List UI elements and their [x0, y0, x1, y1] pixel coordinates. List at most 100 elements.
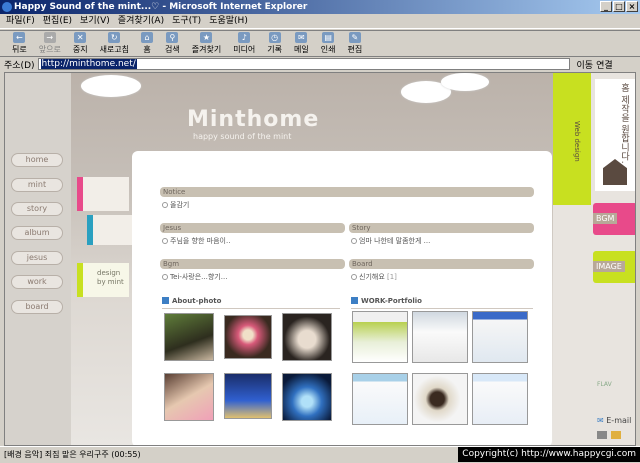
close-button[interactable]: ×	[626, 1, 638, 12]
jesus-header: Jesus	[160, 223, 345, 233]
mail-icon: ✉	[597, 416, 604, 425]
favorites-icon: ★	[200, 32, 213, 43]
menu-help[interactable]: 도움말(H)	[209, 14, 248, 28]
media-icon: ♪	[238, 32, 251, 43]
refresh-button[interactable]: ↻ 새로고침	[94, 31, 135, 56]
window-title: Happy Sound of the mint...♡ - Microsoft …	[14, 2, 308, 12]
nav-home[interactable]: home	[11, 153, 63, 167]
notice-header: Notice	[160, 187, 534, 197]
history-button[interactable]: ◷ 기록	[261, 31, 288, 56]
print-button[interactable]: ▤ 인쇄	[315, 31, 342, 56]
about-photo-title: About-photo	[162, 297, 221, 305]
photo-thumb[interactable]	[282, 313, 332, 361]
bgm-item[interactable]: Tei-사랑은...향기...	[162, 272, 227, 282]
site-title: Minthome	[187, 107, 320, 132]
back-button[interactable]: ← 뒤로	[6, 31, 33, 56]
search-button[interactable]: ⚲ 검색	[159, 31, 186, 56]
menu-edit[interactable]: 편집(E)	[43, 14, 72, 28]
photo-thumb[interactable]	[164, 373, 214, 421]
address-bar: 주소(D) http://minthome.net/ 이동 연결	[0, 57, 640, 71]
portfolio-thumb[interactable]	[412, 373, 468, 425]
bullet-icon	[162, 202, 168, 208]
nav-story[interactable]: story	[11, 202, 63, 216]
menu-favorites[interactable]: 즐겨찾기(A)	[118, 14, 164, 28]
web-design-label: Web design	[573, 121, 581, 162]
nav-board[interactable]: board	[11, 300, 63, 314]
story-item[interactable]: 엄마 나한테 말좀한게 ...	[351, 236, 430, 246]
portfolio-thumb[interactable]	[352, 373, 408, 425]
photo-thumb[interactable]	[224, 373, 272, 419]
address-url[interactable]: http://minthome.net/	[40, 59, 137, 69]
board-item[interactable]: 신기해요 [1]	[351, 272, 397, 282]
go-button[interactable]: 이동	[577, 58, 594, 71]
left-nav: home mint story album jesus work board	[5, 73, 71, 445]
maximize-button[interactable]: □	[613, 1, 625, 12]
email-link[interactable]: ✉ E-mail	[597, 416, 631, 425]
mail-button[interactable]: ✉ 메일	[288, 31, 315, 56]
promo-box[interactable]: 홈 제작을 원합니다.	[595, 79, 635, 191]
stop-button[interactable]: ✕ 중지	[67, 31, 94, 56]
nav-album[interactable]: album	[11, 226, 63, 240]
status-text: [배경 음악] 죄짐 맡은 우리구주 (00:55)	[4, 450, 141, 459]
mail-icon: ✉	[295, 32, 308, 43]
nav-jesus[interactable]: jesus	[11, 251, 63, 265]
cloud-decoration	[441, 73, 489, 91]
notice-item[interactable]: 올감기	[162, 200, 189, 210]
image-label[interactable]: IMAGE	[593, 261, 625, 272]
portfolio-thumb[interactable]	[352, 311, 408, 363]
back-arrow-icon: ←	[13, 32, 26, 43]
forward-arrow-icon: →	[43, 32, 56, 43]
bullet-icon	[162, 238, 168, 244]
menu-view[interactable]: 보기(V)	[80, 14, 110, 28]
favorites-button[interactable]: ★ 즐겨찾기	[186, 31, 227, 56]
home-button[interactable]: ⌂ 홈	[135, 31, 159, 56]
teal-note	[87, 215, 135, 245]
search-icon: ⚲	[166, 32, 179, 43]
portfolio-thumb[interactable]	[472, 311, 528, 363]
edit-icon: ✎	[348, 32, 361, 43]
design-note-line-1: design	[97, 269, 121, 277]
menu-tools[interactable]: 도구(T)	[172, 14, 201, 28]
minimize-button[interactable]: _	[600, 1, 612, 12]
promo-vertical-text: 홈 제작을 원합니다.	[619, 83, 629, 164]
photo-thumb[interactable]	[282, 373, 332, 421]
photo-thumb[interactable]	[164, 313, 214, 361]
design-note: design by mint	[77, 263, 129, 297]
play-square-icon	[162, 297, 169, 304]
stop-icon: ✕	[74, 32, 87, 43]
divider	[351, 308, 533, 309]
pink-note	[77, 177, 129, 211]
printer-icon[interactable]	[597, 431, 607, 439]
design-note-line-2: by mint	[97, 278, 124, 286]
title-bar: Happy Sound of the mint...♡ - Microsoft …	[0, 0, 640, 14]
address-label: 주소(D)	[4, 60, 35, 71]
refresh-icon: ↻	[108, 32, 121, 43]
photo-thumb[interactable]	[224, 315, 272, 359]
folder-icon[interactable]	[611, 431, 621, 439]
nav-mint[interactable]: mint	[11, 178, 63, 192]
bullet-icon	[162, 274, 168, 280]
links-button[interactable]: 연결	[596, 58, 613, 71]
forward-button[interactable]: → 앞으로	[33, 31, 67, 56]
nav-work[interactable]: work	[11, 275, 63, 289]
menu-file[interactable]: 파일(F)	[6, 14, 35, 28]
menu-bar: 파일(F) 편집(E) 보기(V) 즐겨찾기(A) 도구(T) 도움말(H)	[0, 14, 640, 29]
bgm-label[interactable]: BGM	[593, 213, 618, 224]
copyright-overlay: Copyright(c) http://www.happycgi.com	[458, 447, 640, 462]
right-sidebar: 홈 제작을 원합니다. Web design BGM IMAGE FLAV ✉ …	[553, 73, 635, 445]
home-icon: ⌂	[141, 32, 154, 43]
history-icon: ◷	[268, 32, 281, 43]
address-input[interactable]: http://minthome.net/	[37, 58, 570, 70]
edit-button[interactable]: ✎ 편집	[342, 31, 369, 56]
play-square-icon	[351, 297, 358, 304]
media-button[interactable]: ♪ 미디어	[227, 31, 261, 56]
story-header: Story	[349, 223, 534, 233]
site-subtitle: happy sound of the mint	[193, 132, 292, 141]
portfolio-thumb[interactable]	[412, 311, 468, 363]
content-panel: Notice 올감기 Jesus 주님을 향한 마음이.. Story 엄마 나…	[132, 151, 552, 445]
portfolio-thumb[interactable]	[472, 373, 528, 425]
flash-label: FLAV	[597, 381, 612, 388]
cloud-decoration	[81, 75, 141, 97]
toolbar: ← 뒤로 → 앞으로 ✕ 중지 ↻ 새로고침 ⌂ 홈 ⚲ 검색 ★ 즐겨찾기 ♪ 미디어 ◷ 기록…	[0, 30, 640, 57]
jesus-item[interactable]: 주님을 향한 마음이..	[162, 236, 230, 246]
